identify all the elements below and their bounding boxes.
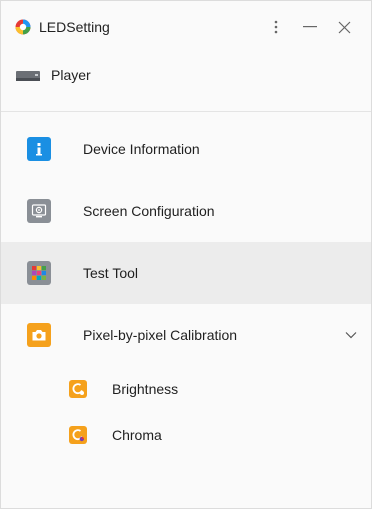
info-icon <box>27 137 51 161</box>
nav-label: Test Tool <box>83 265 138 281</box>
minimize-icon <box>303 26 317 28</box>
sub-item-brightness[interactable]: Brightness <box>1 366 371 412</box>
chroma-calibration-icon <box>69 426 87 444</box>
more-vertical-icon <box>274 20 278 34</box>
minimize-button[interactable] <box>293 12 327 42</box>
nav-item-screen-configuration[interactable]: Screen Configuration <box>1 180 371 242</box>
close-button[interactable] <box>327 12 361 42</box>
nav-item-device-information[interactable]: Device Information <box>1 118 371 180</box>
player-selector[interactable]: Player <box>1 53 371 97</box>
player-label: Player <box>51 67 91 83</box>
nav-label: Screen Configuration <box>83 203 215 219</box>
sub-label: Chroma <box>112 427 162 443</box>
nav-label: Device Information <box>83 141 200 157</box>
app-title: LEDSetting <box>39 19 110 35</box>
sub-label: Brightness <box>112 381 179 397</box>
ledsetting-logo-icon <box>15 19 31 35</box>
title-bar: LEDSetting <box>1 1 371 53</box>
chevron-down-icon <box>345 332 357 339</box>
calibration-camera-icon <box>27 323 51 347</box>
divider <box>1 111 371 112</box>
sub-item-chroma[interactable]: Chroma <box>1 412 371 458</box>
screen-config-icon <box>27 199 51 223</box>
expand-toggle[interactable] <box>331 331 371 339</box>
nav-item-pixel-calibration[interactable]: Pixel-by-pixel Calibration <box>1 304 371 366</box>
close-icon <box>338 21 350 33</box>
more-options-button[interactable] <box>259 12 293 42</box>
nav-label: Pixel-by-pixel Calibration <box>83 327 238 343</box>
nav-item-test-tool[interactable]: Test Tool <box>1 242 371 304</box>
app-window: LEDSetting Player Device Information Scr… <box>0 0 372 509</box>
player-device-icon <box>16 71 40 81</box>
test-tool-icon <box>27 261 51 285</box>
brightness-calibration-icon <box>69 380 87 398</box>
